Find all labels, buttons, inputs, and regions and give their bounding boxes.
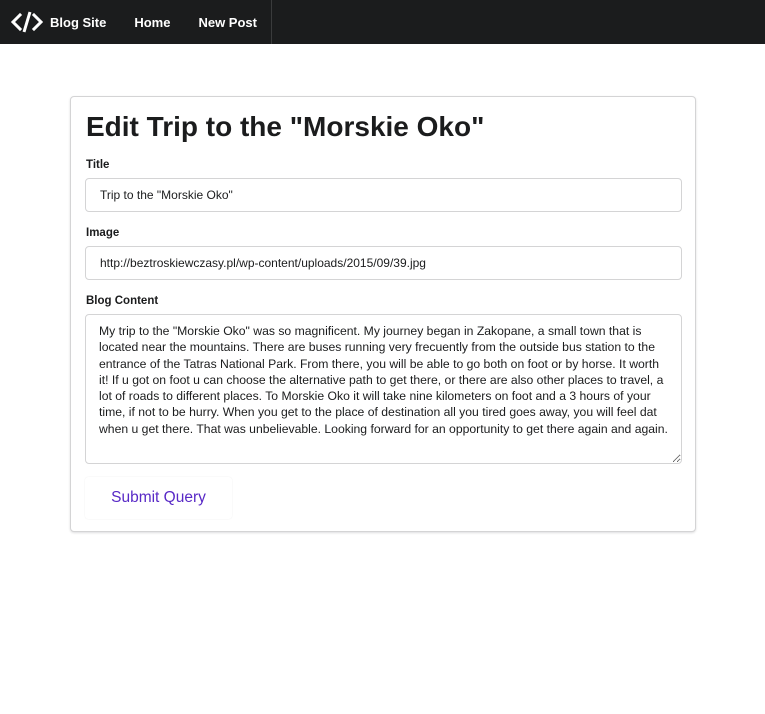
- brand-label: Blog Site: [50, 14, 107, 30]
- edit-post-card: Edit Trip to the "Morskie Oko" Title Ima…: [70, 96, 696, 532]
- nav-divider: [270, 0, 272, 44]
- top-navbar: Blog Site Home New Post: [0, 0, 765, 44]
- image-url-input[interactable]: [85, 246, 682, 280]
- code-icon: [11, 11, 43, 33]
- nav-home-link[interactable]: Home: [120, 0, 184, 44]
- blog-content-textarea[interactable]: My trip to the "Morskie Oko" was so magn…: [85, 314, 682, 464]
- content-label: Blog Content: [86, 295, 159, 307]
- nav-new-post-link[interactable]: New Post: [184, 0, 271, 44]
- title-label: Title: [86, 159, 110, 171]
- title-input[interactable]: [85, 178, 682, 212]
- brand-link[interactable]: Blog Site: [0, 0, 120, 44]
- submit-button[interactable]: Submit Query: [85, 477, 232, 519]
- page-title: Edit Trip to the "Morskie Oko": [86, 111, 485, 142]
- image-label: Image: [86, 227, 120, 239]
